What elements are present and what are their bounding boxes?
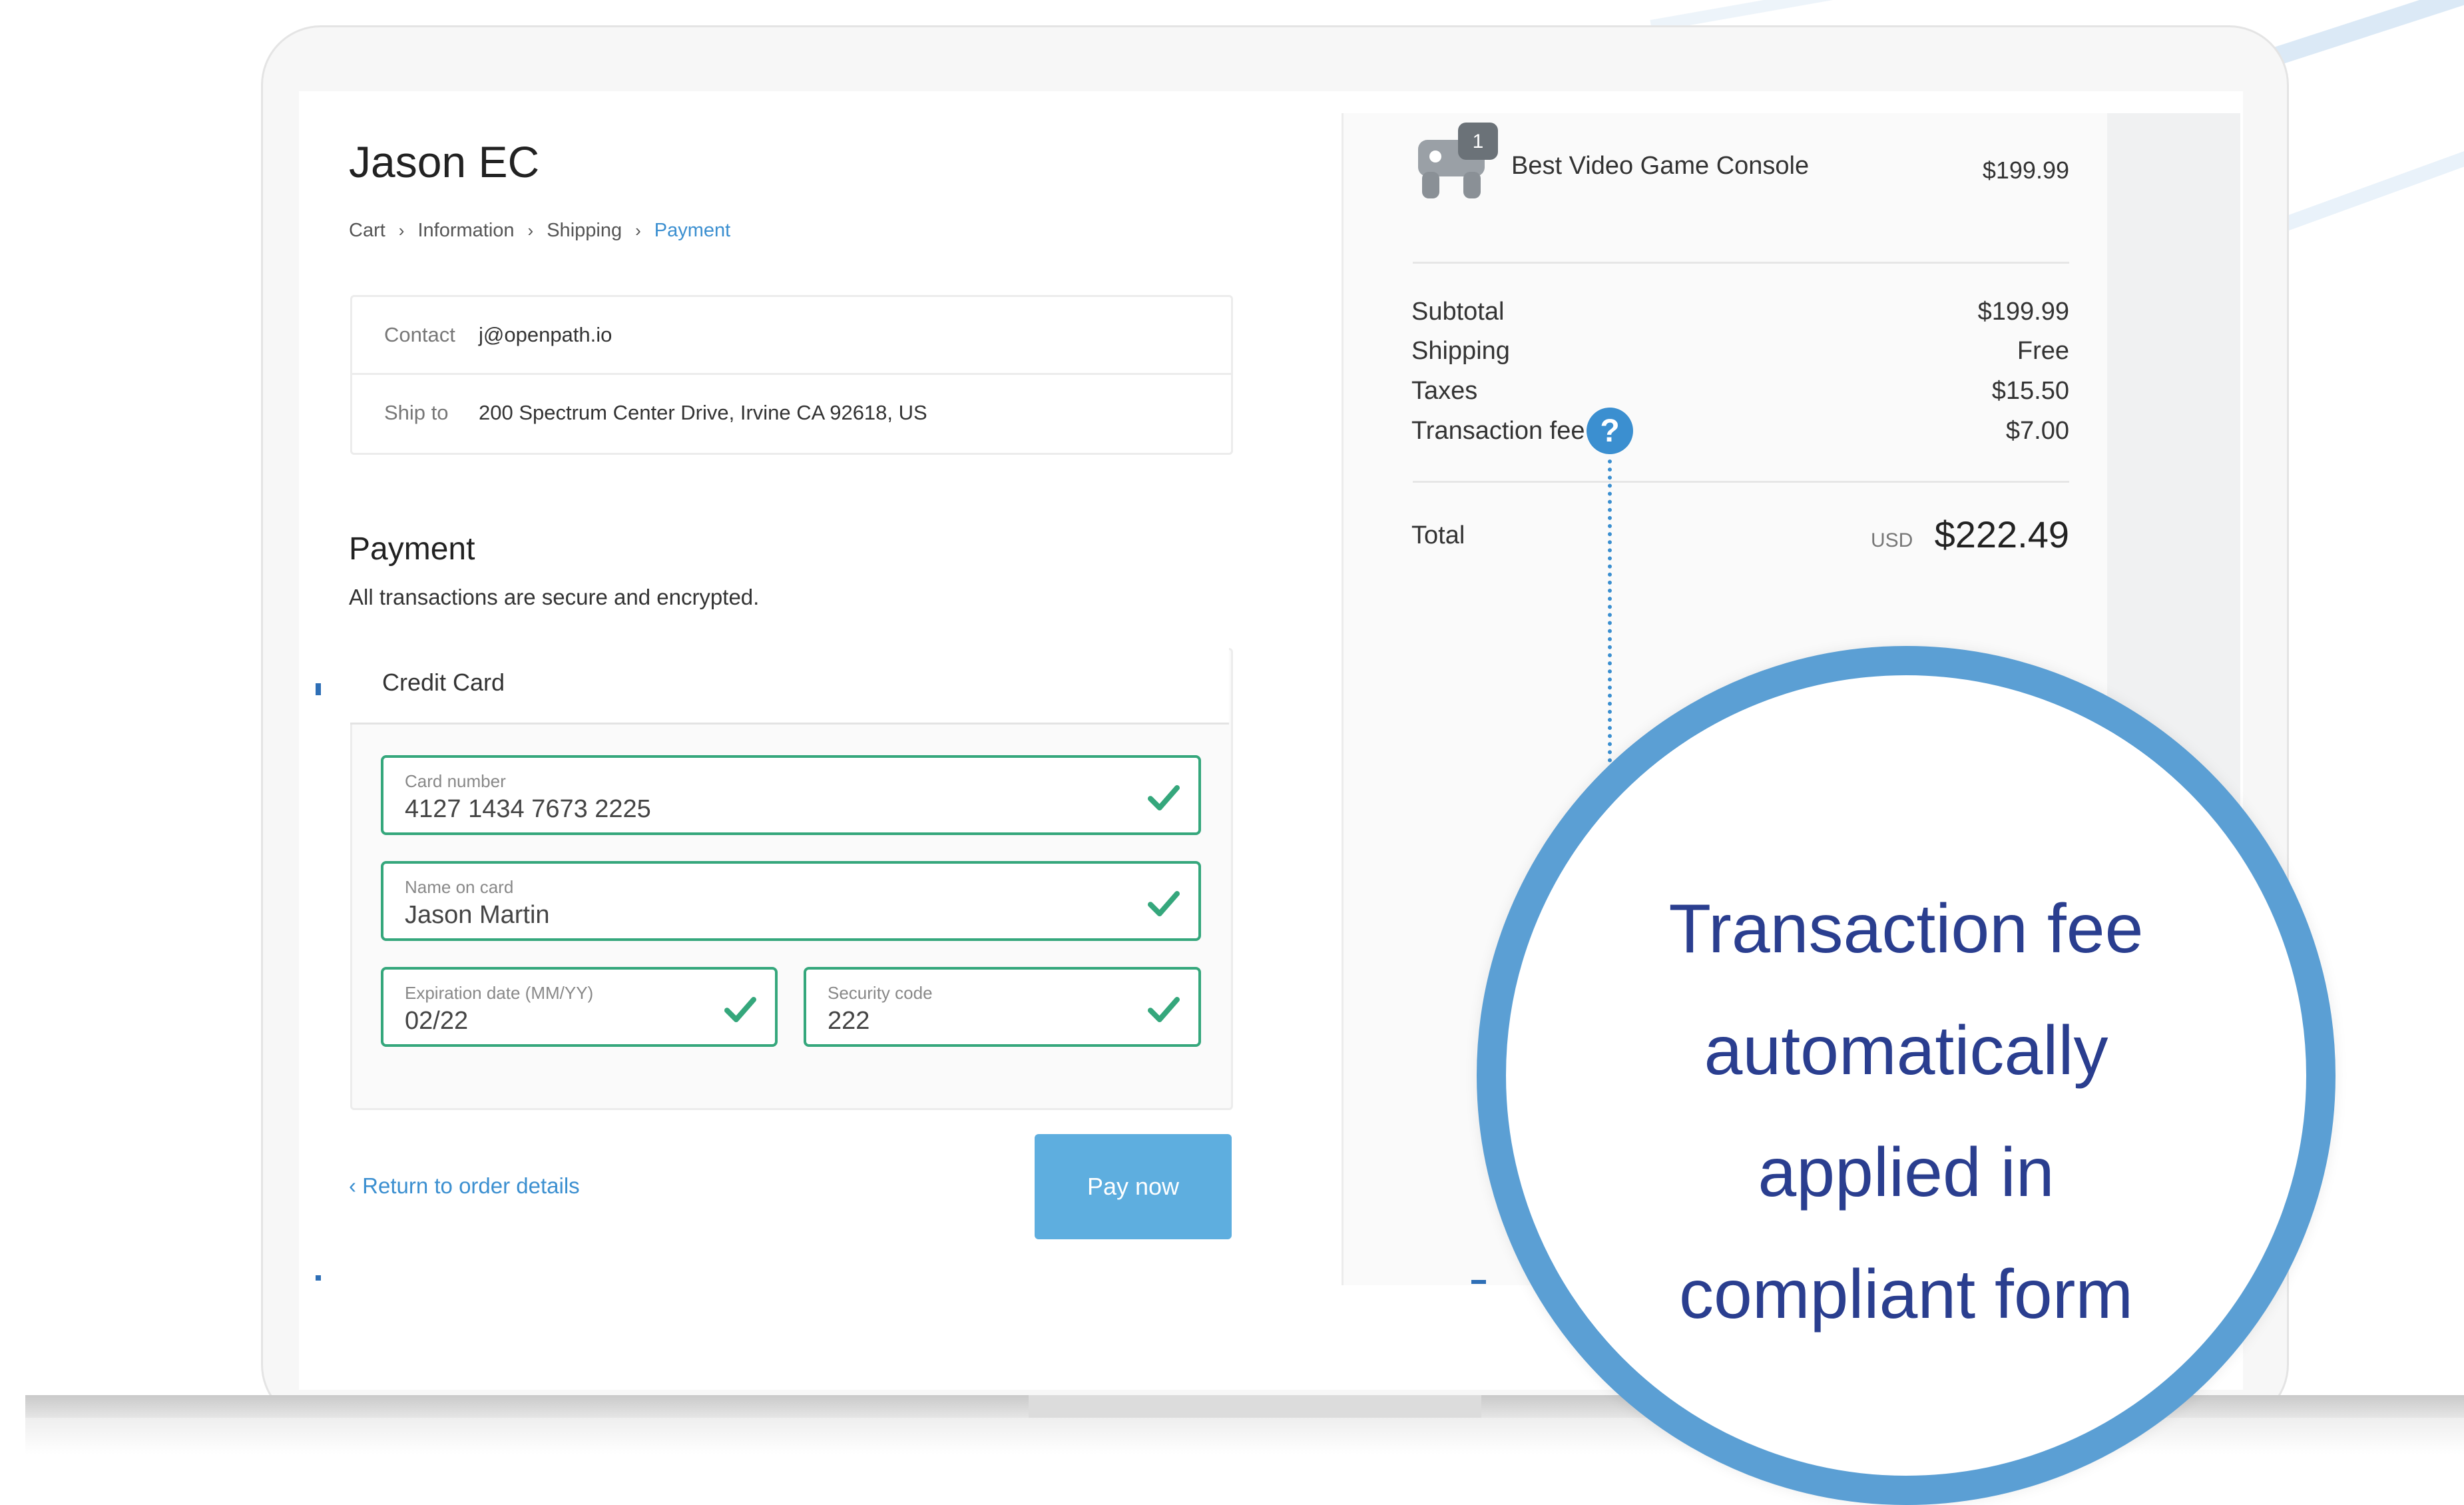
expiration-date-field[interactable]: Expiration date (MM/YY) 02/22 (381, 967, 778, 1047)
callout-bubble: Transaction fee automatically applied in… (1477, 646, 2336, 1505)
breadcrumb-shipping[interactable]: Shipping (547, 220, 622, 242)
payment-subtext: All transactions are secure and encrypte… (349, 585, 760, 609)
breadcrumb-payment: Payment (654, 220, 731, 241)
name-on-card-value[interactable]: Jason Martin (405, 901, 550, 930)
contact-summary-box: Contact j@openpath.io Ship to 200 Spectr… (350, 295, 1233, 455)
store-title: Jason EC (349, 137, 540, 186)
total-value: $222.49 (1934, 513, 2069, 555)
return-to-order-link[interactable]: ‹ Return to order details (349, 1173, 580, 1199)
callout-connector (1608, 459, 1612, 762)
background-line (2254, 0, 2464, 72)
chevron-right-icon: › (635, 220, 641, 240)
callout-line: compliant form (1679, 1256, 2133, 1333)
shipping-value: Free (2017, 337, 2069, 365)
breadcrumb-information[interactable]: Information (417, 220, 514, 242)
security-code-field[interactable]: Security code 222 (804, 967, 1201, 1047)
help-icon[interactable]: ? (1587, 408, 1633, 454)
checkmark-icon (1148, 891, 1180, 916)
product-price: $199.99 (1982, 156, 2069, 184)
payment-heading: Payment (349, 531, 475, 567)
transaction-fee-label: Transaction fee (1411, 417, 1585, 445)
checkmark-icon (1148, 997, 1180, 1022)
contact-label: Contact (384, 323, 455, 346)
subtotal-label: Subtotal (1411, 298, 1505, 326)
security-code-label: Security code (828, 983, 933, 1003)
card-number-value[interactable]: 4127 1434 7673 2225 (405, 795, 651, 824)
transaction-fee-value: $7.00 (2005, 417, 2069, 445)
expiration-date-value[interactable]: 02/22 (405, 1007, 468, 1036)
chevron-right-icon: › (398, 220, 405, 240)
ship-to-label: Ship to (384, 401, 449, 424)
checkmark-icon (724, 997, 756, 1022)
card-number-label: Card number (405, 771, 506, 791)
checkmark-icon (1148, 785, 1180, 810)
game-console-icon: 1 (1418, 123, 1498, 198)
name-on-card-field[interactable]: Name on card Jason Martin (381, 861, 1201, 941)
name-on-card-label: Name on card (405, 877, 514, 897)
total-label: Total (1411, 521, 1465, 549)
pay-now-button[interactable]: Pay now (1035, 1134, 1232, 1239)
contact-row: Contact j@openpath.io (352, 297, 1231, 373)
ship-to-row: Ship to 200 Spectrum Center Drive, Irvin… (352, 373, 1231, 451)
card-number-field[interactable]: Card number 4127 1434 7673 2225 (381, 755, 1201, 835)
taxes-label: Taxes (1411, 377, 1478, 405)
total-currency: USD (1871, 529, 1913, 551)
callout-line: automatically (1704, 1012, 2108, 1089)
product-name: Best Video Game Console (1511, 152, 1810, 180)
divider (1413, 481, 2069, 483)
laptop-base-notch (1029, 1395, 1481, 1418)
security-code-value[interactable]: 222 (828, 1007, 869, 1036)
background-line (2274, 147, 2464, 234)
edge-marker (316, 683, 321, 695)
divider (1413, 262, 2069, 264)
shipping-label: Shipping (1411, 337, 1510, 365)
callout-text: Transaction fee automatically applied in… (1506, 868, 2306, 1356)
quantity-badge: 1 (1473, 131, 1484, 152)
chevron-right-icon: › (527, 220, 534, 240)
breadcrumb: Cart › Information › Shipping › Payment (349, 220, 730, 242)
subtotal-value: $199.99 (1977, 298, 2069, 326)
payment-method-label: Credit Card (382, 669, 505, 696)
edge-marker (316, 1275, 321, 1281)
callout-line: Transaction fee (1668, 890, 2144, 968)
edge-marker (1471, 1280, 1486, 1284)
breadcrumb-cart[interactable]: Cart (349, 220, 385, 242)
ship-to-value: 200 Spectrum Center Drive, Irvine CA 926… (479, 401, 927, 424)
taxes-value: $15.50 (1991, 377, 2069, 405)
expiration-date-label: Expiration date (MM/YY) (405, 983, 594, 1003)
contact-value: j@openpath.io (479, 323, 613, 346)
callout-line: applied in (1758, 1134, 2055, 1211)
